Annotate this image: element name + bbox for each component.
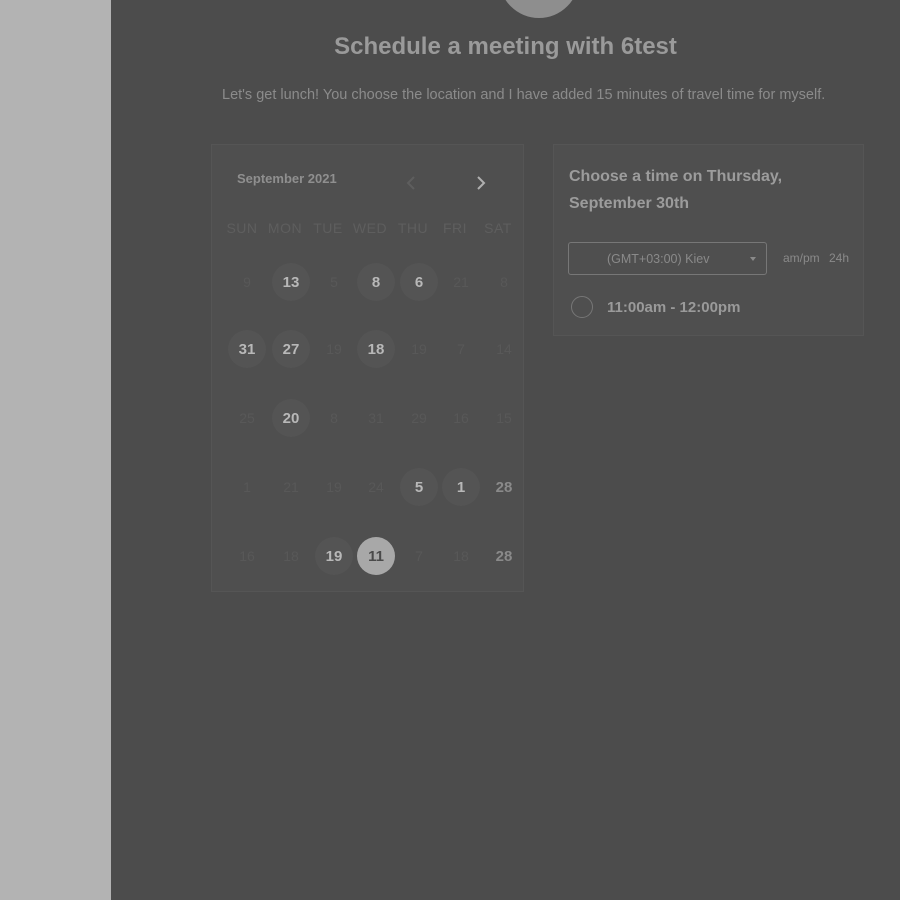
weekday-label: TUE xyxy=(313,220,343,236)
weekday-label: SAT xyxy=(484,220,512,236)
calendar-day: 18 xyxy=(453,548,469,564)
calendar-day: 16 xyxy=(239,548,255,564)
page-description: Let's get lunch! You choose the location… xyxy=(222,87,826,103)
format-ampm-toggle[interactable]: am/pm xyxy=(783,251,820,265)
weekday-label: THU xyxy=(397,220,429,236)
calendar-day[interactable]: 27 xyxy=(272,330,310,368)
calendar-day: 28 xyxy=(495,478,513,496)
time-slot-label: 11:00am - 12:00pm xyxy=(607,298,741,316)
weekday-label: FRI xyxy=(442,220,468,236)
calendar-day[interactable]: 13 xyxy=(272,263,310,301)
calendar-day[interactable]: 1 xyxy=(442,468,480,506)
calendar-day: 15 xyxy=(496,410,512,426)
weekday-label: WED xyxy=(352,220,388,236)
calendar-day: 9 xyxy=(243,274,251,290)
chevron-left-icon xyxy=(406,176,415,190)
page-title: Schedule a meeting with 6test xyxy=(334,33,677,60)
weekday-label: SUN xyxy=(226,220,258,236)
calendar-day[interactable]: 20 xyxy=(272,399,310,437)
calendar-day-selected[interactable]: 11 xyxy=(357,537,395,575)
calendar-day[interactable]: 31 xyxy=(228,330,266,368)
calendar-day[interactable]: 5 xyxy=(400,468,438,506)
calendar-day[interactable]: 8 xyxy=(357,263,395,301)
calendar-day: 24 xyxy=(368,479,384,495)
calendar-day: 28 xyxy=(495,547,513,565)
calendar-day: 19 xyxy=(411,341,427,357)
calendar-day: 16 xyxy=(453,410,469,426)
calendar-day: 7 xyxy=(457,341,465,357)
calendar-day: 29 xyxy=(411,410,427,426)
calendar-day: 19 xyxy=(326,341,342,357)
calendar-day[interactable]: 6 xyxy=(400,263,438,301)
calendar-day: 19 xyxy=(326,479,342,495)
calendar-day: 8 xyxy=(330,410,338,426)
radio-button[interactable] xyxy=(571,296,593,318)
time-slot-option[interactable]: 11:00am - 12:00pm xyxy=(571,296,740,318)
calendar-day: 1 xyxy=(243,479,251,495)
calendar-day[interactable]: 19 xyxy=(315,537,353,575)
dropdown-caret-icon xyxy=(750,257,756,261)
format-24h-toggle[interactable]: 24h xyxy=(829,251,849,265)
time-picker-heading: Choose a time on Thursday, September 30t… xyxy=(569,168,783,212)
prev-month-button[interactable] xyxy=(398,170,424,196)
calendar-month-label: September 2021 xyxy=(237,171,337,186)
calendar-day[interactable]: 18 xyxy=(357,330,395,368)
calendar-day: 25 xyxy=(239,410,255,426)
calendar-day: 14 xyxy=(496,341,512,357)
calendar-day: 5 xyxy=(330,274,338,290)
calendar-day: 8 xyxy=(500,274,508,290)
left-panel xyxy=(0,0,111,900)
chevron-right-icon xyxy=(477,176,486,190)
calendar-day: 31 xyxy=(368,410,384,426)
calendar-day: 18 xyxy=(283,548,299,564)
calendar-day: 7 xyxy=(415,548,423,564)
timezone-select[interactable]: (GMT+03:00) Kiev xyxy=(568,242,767,275)
weekday-label: MON xyxy=(267,220,303,236)
calendar-day: 21 xyxy=(453,274,469,290)
next-month-button[interactable] xyxy=(468,170,494,196)
calendar-card xyxy=(211,144,524,592)
timezone-value: (GMT+03:00) Kiev xyxy=(607,251,710,266)
calendar-day: 21 xyxy=(283,479,299,495)
